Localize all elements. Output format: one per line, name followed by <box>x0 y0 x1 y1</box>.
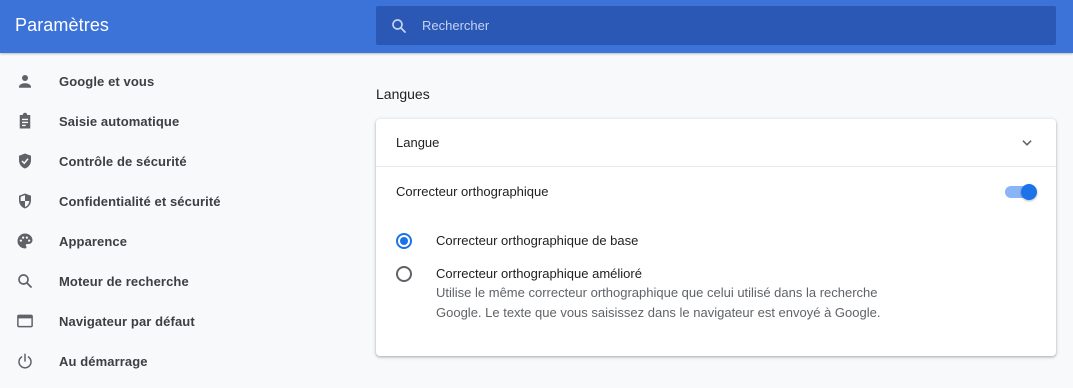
sidebar-item-label: Apparence <box>59 233 128 249</box>
language-row[interactable]: Langue <box>376 119 1056 167</box>
shield-half-icon <box>19 193 31 209</box>
sidebar-item-confidentialite[interactable]: Confidentialité et sécurité <box>0 181 300 221</box>
search-icon <box>392 19 406 33</box>
search-input[interactable] <box>422 6 1022 45</box>
clipboard-icon <box>19 112 31 129</box>
option-enhanced-description: Utilise le même correcteur orthographiqu… <box>436 285 881 320</box>
sidebar-item-moteur-recherche[interactable]: Moteur de recherche <box>0 261 300 301</box>
sidebar-item-label: Saisie automatique <box>59 113 180 129</box>
sidebar-item-label: Au démarrage <box>59 353 148 369</box>
top-toolbar: Paramètres <box>0 0 1073 53</box>
sidebar: Google et vous Saisie automatique Contrô… <box>0 61 300 381</box>
chevron-down-icon[interactable] <box>1020 136 1034 150</box>
app-title: Paramètres <box>15 15 110 35</box>
sidebar-item-controle-securite[interactable]: Contrôle de sécurité <box>0 141 300 181</box>
radio-enhanced-spellcheck[interactable] <box>396 266 412 282</box>
person-icon <box>19 75 31 88</box>
spellcheck-toggle[interactable] <box>1005 183 1037 201</box>
language-label: Langue <box>396 135 440 150</box>
radio-basic-spellcheck[interactable] <box>396 233 412 249</box>
toggle-knob <box>1021 184 1037 200</box>
sidebar-item-label: Navigateur par défaut <box>59 313 195 329</box>
sidebar-item-label: Google et vous <box>59 73 155 89</box>
sidebar-item-label: Moteur de recherche <box>59 273 189 289</box>
spellcheck-label: Correcteur orthographique <box>396 184 549 199</box>
sidebar-item-navigateur-defaut[interactable]: Navigateur par défaut <box>0 301 300 341</box>
power-icon <box>18 353 32 369</box>
sidebar-item-label: Confidentialité et sécurité <box>59 193 221 209</box>
sidebar-item-saisie-automatique[interactable]: Saisie automatique <box>0 101 300 141</box>
search-box[interactable] <box>376 6 1056 45</box>
shield-check-icon <box>19 153 31 169</box>
section-title-languages: Langues <box>376 86 430 102</box>
search-icon <box>18 274 32 288</box>
option-enhanced-label: Correcteur orthographique amélioré <box>436 266 642 281</box>
palette-icon <box>17 233 33 249</box>
languages-card: Langue Correcteur orthographique Correct… <box>376 119 1056 356</box>
sidebar-item-demarrage[interactable]: Au démarrage <box>0 341 300 381</box>
option-basic-label: Correcteur orthographique de base <box>436 233 639 248</box>
sidebar-item-google-et-vous[interactable]: Google et vous <box>0 61 300 101</box>
browser-icon <box>17 314 33 328</box>
sidebar-item-label: Contrôle de sécurité <box>59 153 187 169</box>
sidebar-item-apparence[interactable]: Apparence <box>0 221 300 261</box>
